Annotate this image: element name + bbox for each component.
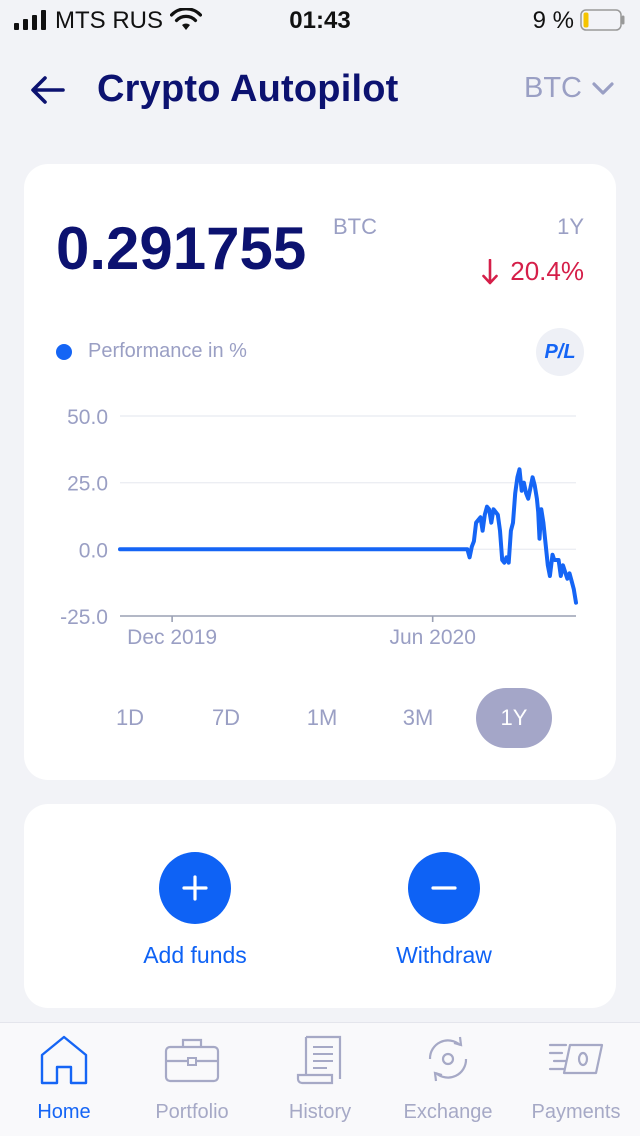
x-tick-label: Jun 2020	[389, 626, 475, 648]
tab-portfolio[interactable]: Portfolio	[128, 1031, 256, 1136]
battery-icon	[580, 9, 625, 31]
plus-icon	[182, 875, 208, 901]
home-icon	[40, 1035, 88, 1085]
document-history-icon	[296, 1035, 342, 1085]
exchange-icon	[428, 1036, 468, 1082]
arrow-down-icon	[482, 258, 499, 284]
tab-portfolio-label: Portfolio	[155, 1101, 229, 1123]
change-value: 20.4%	[510, 256, 584, 286]
add-funds-button[interactable]: Add funds	[115, 852, 275, 969]
period-tab-1y[interactable]: 1Y	[476, 688, 552, 748]
battery-percentage: 9 %	[532, 7, 574, 34]
header: Crypto Autopilot BTC	[0, 50, 640, 130]
withdraw-label: Withdraw	[396, 942, 492, 968]
x-tick-label: Dec 2019	[127, 626, 217, 648]
period-tab-7d[interactable]: 7D	[188, 688, 264, 748]
tab-exchange-label: Exchange	[403, 1101, 493, 1123]
period-selector: 1D 7D 1M 3M 1Y	[90, 688, 552, 748]
tab-home-label: Home	[37, 1101, 91, 1123]
payments-icon	[548, 1043, 604, 1075]
tab-exchange[interactable]: Exchange	[384, 1031, 512, 1136]
y-tick-label: 0.0	[79, 539, 108, 562]
currency-label: BTC	[524, 72, 582, 104]
status-bar: MTS RUS 01:43 9 %	[0, 0, 640, 40]
y-tick-label: -25.0	[60, 606, 108, 629]
y-tick-label: 50.0	[67, 406, 108, 429]
briefcase-icon	[164, 1038, 220, 1083]
period-tab-1d[interactable]: 1D	[92, 688, 168, 748]
change-indicator: 20.4%	[482, 256, 584, 287]
withdraw-button[interactable]: Withdraw	[364, 852, 524, 969]
tab-history[interactable]: History	[256, 1031, 384, 1136]
tab-payments[interactable]: Payments	[512, 1031, 640, 1136]
pl-toggle-button[interactable]: P/L	[536, 328, 584, 376]
performance-chart: 50.0 25.0 0.0 -25.0 Dec 2019 Jun 2020	[60, 406, 578, 648]
back-button[interactable]	[26, 68, 70, 112]
series-line-performance	[118, 467, 578, 605]
performance-card: 0.291755 BTC 1Y 20.4% Performance in % P…	[24, 164, 616, 780]
tab-payments-label: Payments	[531, 1101, 621, 1123]
actions-card: Add funds Withdraw	[24, 804, 616, 1008]
y-tick-label: 25.0	[67, 473, 108, 496]
selected-period-label: 1Y	[557, 214, 584, 239]
bottom-navigation: Home Portfolio History Exchange Payments	[0, 1022, 640, 1136]
chart-legend: Performance in %	[56, 340, 247, 363]
add-funds-circle	[159, 852, 231, 924]
balance-value: 0.291755	[56, 215, 307, 282]
period-tab-1m[interactable]: 1M	[284, 688, 360, 748]
tab-history-label: History	[288, 1101, 352, 1123]
withdraw-circle	[408, 852, 480, 924]
balance-unit: BTC	[333, 214, 377, 239]
period-tab-3m[interactable]: 3M	[380, 688, 456, 748]
add-funds-label: Add funds	[143, 942, 247, 968]
minus-icon	[431, 886, 457, 890]
arrow-left-icon	[31, 76, 65, 104]
currency-selector[interactable]: BTC	[524, 72, 614, 105]
legend-label: Performance in %	[88, 340, 247, 362]
chevron-down-icon	[592, 81, 614, 95]
page-title: Crypto Autopilot	[97, 68, 399, 110]
legend-dot	[56, 343, 72, 360]
tab-home[interactable]: Home	[0, 1031, 128, 1136]
